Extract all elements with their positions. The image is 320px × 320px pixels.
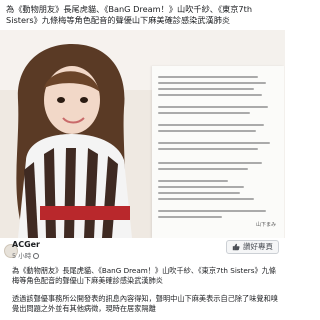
letter-signature: 山下まみ	[255, 222, 276, 228]
globe-icon	[33, 253, 40, 259]
post-caption: 為《動物朋友》長尾虎貓、《BanG Dream！》山吹千紗、《東京7th Sis…	[12, 266, 277, 285]
post-time[interactable]: 5 小時	[12, 250, 40, 260]
post-meta: ACGer 5 小時 讚好專頁 為《動物朋友》長尾虎貓、《BanG Dream！…	[0, 238, 285, 320]
post-image[interactable]: 山下まみ	[0, 30, 285, 238]
thumbs-up-icon	[232, 243, 240, 251]
portrait-photo	[0, 30, 170, 238]
like-page-label: 讚好專頁	[243, 242, 273, 251]
page-name[interactable]: ACGer	[12, 240, 40, 249]
like-page-button[interactable]: 讚好專頁	[226, 240, 279, 254]
page-title: 為《動物朋友》長尾虎貓、《BanG Dream！》山吹千紗、《東京7th Sis…	[6, 4, 253, 25]
time-text: 5 小時	[12, 252, 32, 260]
post-body: 透過該聲優事務所公開發表的訊息內容得知，聲明中山下麻美表示自己除了味覺和嗅覺出問…	[12, 294, 278, 313]
apology-letter: 山下まみ	[152, 66, 284, 238]
